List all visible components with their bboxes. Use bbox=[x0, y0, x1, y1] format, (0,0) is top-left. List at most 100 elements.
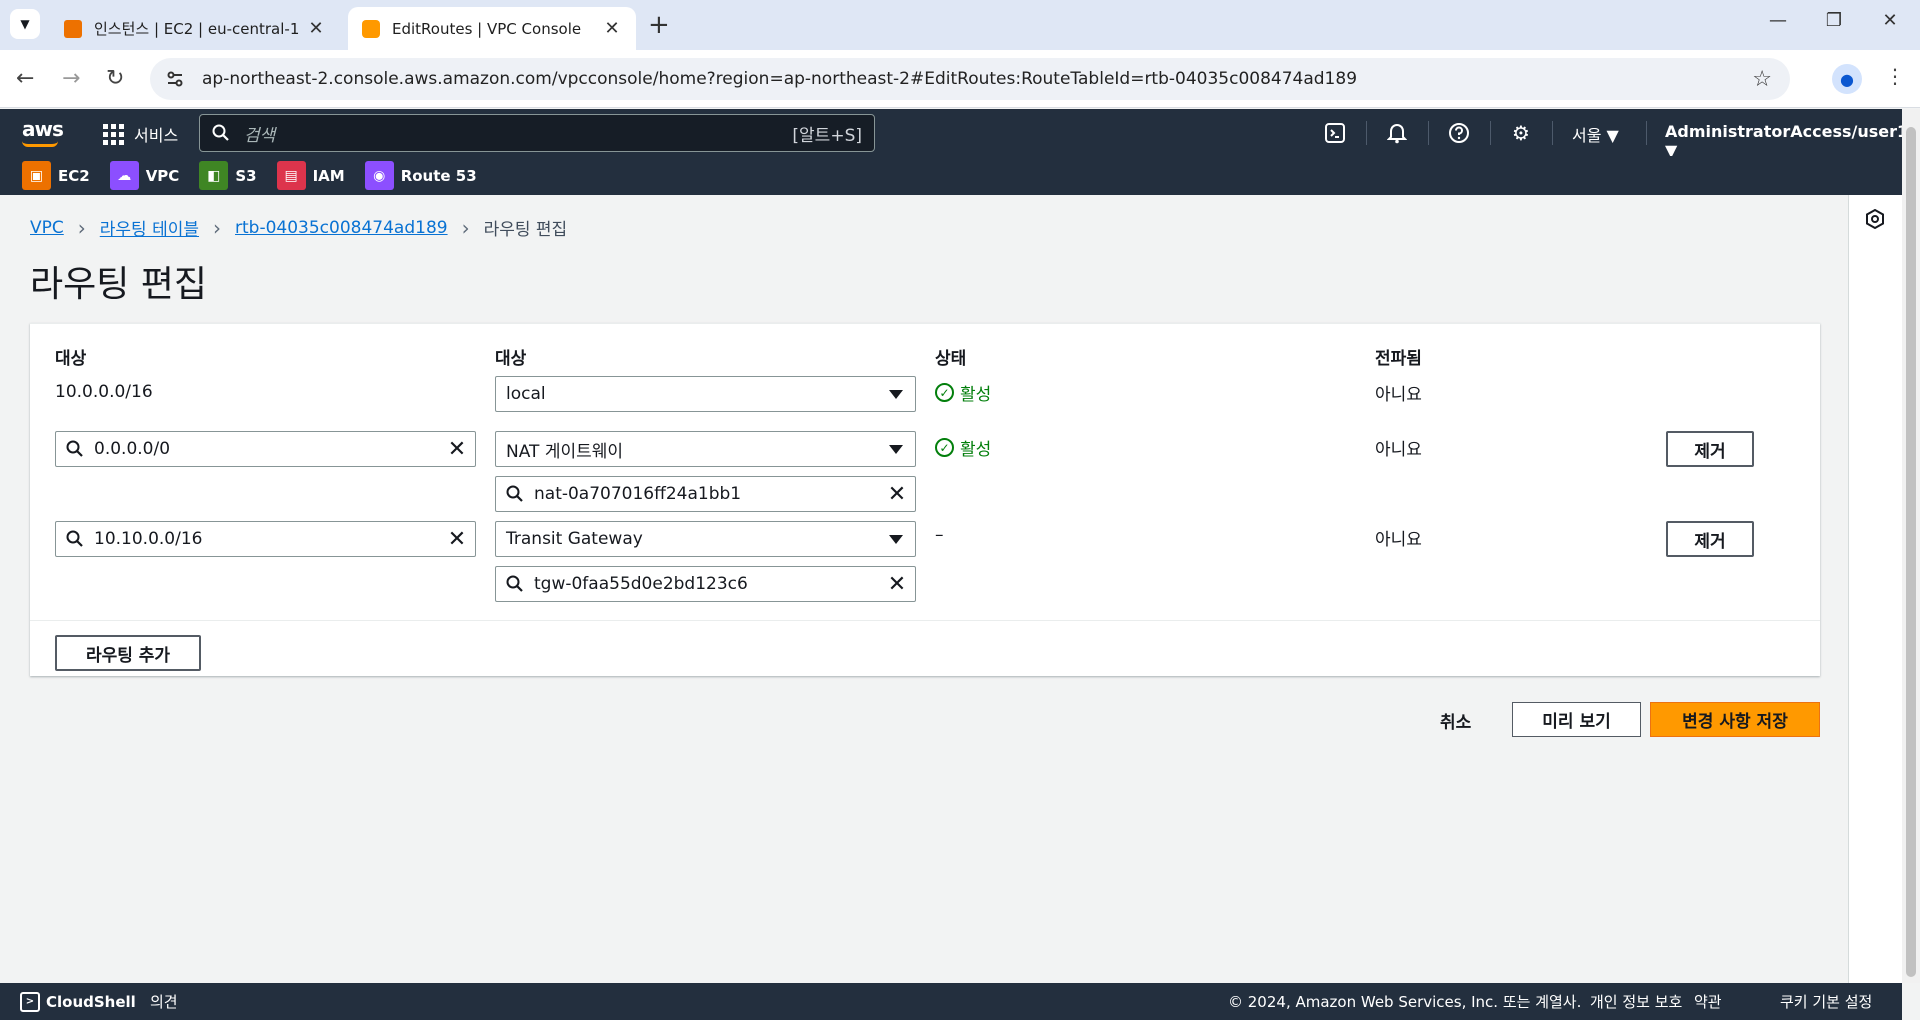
status-text: – bbox=[935, 525, 944, 545]
target-select[interactable]: Transit Gateway bbox=[495, 521, 916, 557]
nav-divider bbox=[1552, 121, 1553, 145]
target-id-input[interactable]: tgw-0faa55d0e2bd123c6 ✕ bbox=[495, 566, 916, 602]
status-badge: ✓ 활성 bbox=[935, 435, 991, 460]
propagated-value: 아니요 bbox=[1375, 530, 1422, 550]
tab-vpc-console[interactable]: EditRoutes | VPC Console ✕ bbox=[348, 7, 636, 50]
page-scrollbar[interactable] bbox=[1902, 109, 1920, 983]
nav-divider bbox=[1366, 121, 1367, 145]
close-icon[interactable]: ✕ bbox=[602, 18, 622, 39]
account-menu[interactable]: AdministratorAccess/user17 ▼ bbox=[1665, 122, 1919, 160]
destination-input[interactable]: 10.10.0.0/16 ✕ bbox=[55, 521, 476, 557]
tab-title: 인스턴스 | EC2 | eu-central-1 bbox=[94, 20, 300, 38]
save-changes-button[interactable]: 변경 사항 저장 bbox=[1650, 702, 1820, 737]
caret-down-icon bbox=[889, 444, 903, 454]
gear-icon[interactable]: ⚙ bbox=[1508, 120, 1534, 146]
destination-input[interactable]: 0.0.0.0/0 ✕ bbox=[55, 431, 476, 467]
scrollbar-thumb[interactable] bbox=[1906, 127, 1916, 977]
minimize-icon[interactable]: — bbox=[1758, 10, 1798, 31]
favorite-label: VPC bbox=[145, 166, 180, 185]
reload-icon[interactable]: ↻ bbox=[106, 66, 124, 91]
favorite-label: S3 bbox=[235, 166, 257, 185]
restore-icon[interactable]: ❐ bbox=[1814, 10, 1854, 31]
remove-route-button[interactable]: 제거 bbox=[1666, 521, 1754, 557]
info-panel-icon[interactable] bbox=[1865, 208, 1885, 234]
cookie-preferences-link[interactable]: 쿠키 기본 설정 bbox=[1780, 991, 1872, 1012]
bookmark-star-icon[interactable]: ☆ bbox=[1752, 67, 1772, 92]
privacy-link[interactable]: 개인 정보 보호 bbox=[1590, 991, 1682, 1012]
favorite-route53[interactable]: ◉ Route 53 bbox=[364, 161, 477, 190]
preview-button[interactable]: 미리 보기 bbox=[1512, 702, 1641, 737]
site-info-icon[interactable] bbox=[164, 68, 186, 90]
region-selector[interactable]: 서울 ▼ bbox=[1572, 122, 1619, 146]
search-input[interactable]: 검색 [알트+S] bbox=[199, 114, 875, 152]
cancel-button[interactable]: 취소 bbox=[1440, 708, 1471, 733]
favorite-iam[interactable]: ▤ IAM bbox=[276, 161, 345, 190]
routes-editor-panel: 대상 대상 상태 전파됨 10.0.0.0/16 local ✓ 활성 아니요 … bbox=[30, 323, 1820, 676]
column-header-status: 상태 bbox=[935, 349, 967, 369]
browser-tab-bar: ▼ 인스턴스 | EC2 | eu-central-1 ✕ EditRoutes… bbox=[0, 0, 1920, 50]
window-close-icon[interactable]: ✕ bbox=[1870, 10, 1910, 31]
breadcrumb-route-tables[interactable]: 라우팅 테이블 bbox=[100, 215, 199, 240]
favorite-vpc[interactable]: ☁ VPC bbox=[109, 161, 180, 190]
search-icon bbox=[506, 575, 523, 592]
favorite-ec2[interactable]: ▣ EC2 bbox=[22, 161, 90, 190]
clear-icon[interactable]: ✕ bbox=[879, 482, 915, 507]
search-icon bbox=[212, 124, 229, 141]
aws-logo-text: aws bbox=[22, 117, 64, 141]
new-tab-icon[interactable]: + bbox=[648, 10, 670, 40]
page-title: 라우팅 편집 bbox=[30, 264, 208, 305]
url-field[interactable]: ap-northeast-2.console.aws.amazon.com/vp… bbox=[150, 58, 1790, 100]
cloudshell-button[interactable]: > CloudShell bbox=[20, 991, 136, 1012]
clear-icon[interactable]: ✕ bbox=[439, 437, 475, 462]
bell-icon[interactable] bbox=[1384, 120, 1410, 146]
favorite-label: EC2 bbox=[58, 166, 90, 185]
aws-top-nav: aws 서비스 검색 [알트+S] ⚙ 서울 ▼ AdministratorAc… bbox=[0, 109, 1919, 160]
clear-icon[interactable]: ✕ bbox=[439, 527, 475, 552]
chevron-down-icon: ▼ bbox=[20, 17, 30, 31]
feedback-link[interactable]: 의견 bbox=[150, 991, 178, 1012]
caret-down-icon bbox=[889, 389, 903, 399]
check-circle-icon: ✓ bbox=[935, 438, 954, 457]
breadcrumb-vpc[interactable]: VPC bbox=[30, 218, 64, 238]
tab-search-button[interactable]: ▼ bbox=[10, 9, 40, 39]
profile-avatar-icon[interactable]: ● bbox=[1832, 64, 1862, 94]
column-header-destination: 대상 bbox=[55, 349, 87, 369]
services-label: 서비스 bbox=[134, 126, 179, 145]
destination-input-value: 0.0.0.0/0 bbox=[94, 439, 171, 459]
target-select[interactable]: NAT 게이트웨이 bbox=[495, 431, 916, 467]
ec2-icon: ▣ bbox=[22, 161, 51, 190]
breadcrumb-route-table-id[interactable]: rtb-04035c008474ad189 bbox=[235, 218, 448, 238]
iam-icon: ▤ bbox=[276, 161, 306, 190]
region-label: 서울 bbox=[1572, 126, 1602, 145]
services-menu-button[interactable]: 서비스 bbox=[103, 122, 178, 146]
add-route-button[interactable]: 라우팅 추가 bbox=[55, 635, 201, 671]
browser-menu-icon[interactable]: ⋮ bbox=[1885, 64, 1905, 88]
tab-title: EditRoutes | VPC Console bbox=[392, 19, 582, 38]
remove-route-button[interactable]: 제거 bbox=[1666, 431, 1754, 467]
back-arrow-icon[interactable]: ← bbox=[16, 66, 34, 91]
aws-logo[interactable]: aws bbox=[22, 117, 64, 147]
cloudshell-icon[interactable] bbox=[1322, 120, 1348, 146]
help-icon[interactable] bbox=[1446, 120, 1472, 146]
route53-icon: ◉ bbox=[364, 161, 394, 190]
chevron-right-icon: › bbox=[461, 215, 470, 240]
url-text: ap-northeast-2.console.aws.amazon.com/vp… bbox=[202, 69, 1358, 89]
target-select-value: Transit Gateway bbox=[506, 529, 643, 549]
column-header-propagated: 전파됨 bbox=[1375, 349, 1422, 369]
tab-ec2[interactable]: 인스턴스 | EC2 | eu-central-1 ✕ bbox=[50, 7, 340, 50]
address-bar-row: ← → ↻ ap-northeast-2.console.aws.amazon.… bbox=[0, 50, 1920, 108]
vpc-icon: ☁ bbox=[109, 161, 139, 190]
favorite-label: IAM bbox=[312, 166, 345, 185]
favorite-s3[interactable]: ◧ S3 bbox=[199, 161, 257, 190]
check-circle-icon: ✓ bbox=[935, 383, 954, 402]
grid-icon bbox=[103, 123, 124, 145]
caret-down-icon bbox=[889, 534, 903, 544]
target-select-value: NAT 게이트웨이 bbox=[506, 441, 624, 462]
target-id-input[interactable]: nat-0a707016ff24a1bb1 ✕ bbox=[495, 476, 916, 512]
target-select[interactable]: local bbox=[495, 376, 916, 412]
close-icon[interactable]: ✕ bbox=[306, 18, 326, 39]
terms-link[interactable]: 약관 bbox=[1694, 991, 1722, 1012]
forward-arrow-icon[interactable]: → bbox=[62, 66, 80, 91]
search-icon bbox=[506, 485, 523, 502]
clear-icon[interactable]: ✕ bbox=[879, 572, 915, 597]
